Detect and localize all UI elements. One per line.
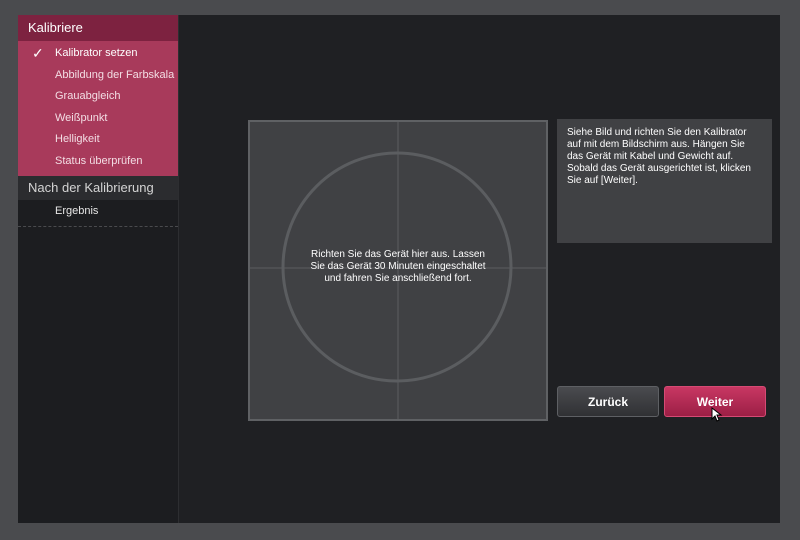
- step-label: Weißpunkt: [55, 111, 108, 124]
- step-result[interactable]: Ergebnis: [18, 201, 178, 223]
- section-header-calibrate: Kalibriere: [18, 15, 178, 41]
- step-label: Status überprüfen: [55, 154, 143, 167]
- check-icon: ✓: [32, 45, 44, 61]
- instruction-panel: Siehe Bild und richten Sie den Kalibrato…: [557, 119, 772, 243]
- calibrate-steps: ✓ Kalibrator setzen Abbildung der Farbsk…: [18, 41, 178, 176]
- step-label: Kalibrator setzen: [55, 47, 138, 59]
- step-label: Ergebnis: [55, 205, 99, 217]
- calibration-window: Kalibriere ✓ Kalibrator setzen Abbildung…: [18, 15, 780, 523]
- step-white-point[interactable]: Weißpunkt: [18, 108, 178, 130]
- step-check-status[interactable]: Status überprüfen: [18, 151, 178, 173]
- step-color-gamut[interactable]: Abbildung der Farbskala: [18, 65, 178, 87]
- sidebar: Kalibriere ✓ Kalibrator setzen Abbildung…: [18, 15, 179, 523]
- mouse-cursor-icon: [711, 407, 723, 422]
- alignment-target: Richten Sie das Gerät hier aus. Lassen S…: [248, 120, 548, 421]
- alignment-instruction: Richten Sie das Gerät hier aus. Lassen S…: [310, 249, 486, 284]
- step-label: Abbildung der Farbskala: [55, 68, 175, 81]
- after-calibration-steps: Ergebnis: [18, 200, 178, 227]
- step-gray-balance[interactable]: Grauabgleich: [18, 86, 178, 108]
- step-set-calibrator[interactable]: ✓ Kalibrator setzen: [18, 43, 178, 65]
- back-button[interactable]: Zurück: [557, 386, 659, 417]
- step-brightness[interactable]: Helligkeit: [18, 129, 178, 151]
- step-label: Grauabgleich: [55, 90, 121, 102]
- step-label: Helligkeit: [55, 133, 100, 145]
- section-header-after-calibration: Nach der Kalibrierung: [18, 176, 178, 200]
